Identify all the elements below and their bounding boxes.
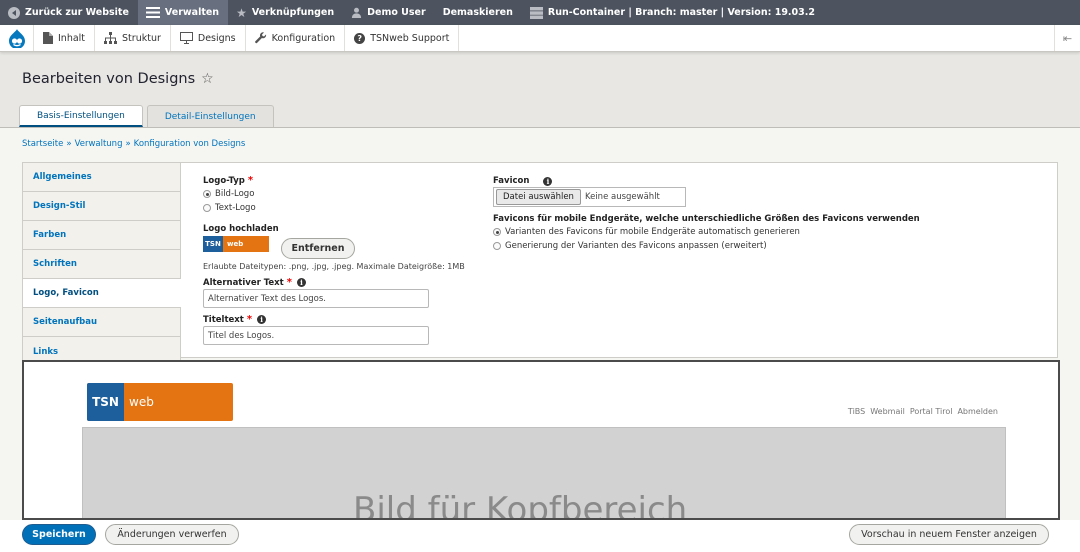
logo-upload-label: Logo hochladen [203, 224, 279, 234]
star-icon: ★ [236, 5, 247, 20]
file-icon [43, 32, 53, 44]
vertical-tabs: Allgemeines Design-Stil Farben Schriften… [22, 162, 181, 367]
vtab-design-style[interactable]: Design-Stil [23, 192, 180, 221]
breadcrumb: Startseite» Verwaltung» Konfiguration von … [22, 139, 245, 149]
logo-thumbnail: TSN web [203, 236, 269, 252]
preview-link-portal[interactable]: Portal Tirol [910, 407, 953, 416]
favicon-file-input[interactable]: Datei auswählen Keine ausgewählt [493, 187, 686, 207]
user-icon [352, 7, 362, 18]
design-preview: TSN web TiBS Webmail Portal Tirol Abmeld… [22, 360, 1060, 520]
drupal-logo[interactable] [0, 25, 34, 51]
arrow-left-bar-icon: ⇤ [1062, 31, 1073, 45]
breadcrumb-separator: » [125, 139, 131, 149]
unmask-button[interactable]: Demaskieren [435, 0, 522, 25]
tab-detail-settings[interactable]: Detail-Einstellungen [146, 105, 274, 127]
breadcrumb-design-config[interactable]: Konfiguration von Designs [134, 139, 246, 149]
tray-item-content[interactable]: Inhalt [34, 25, 96, 51]
primary-tabs: Basis-Einstellungen Detail-Einstellungen [19, 105, 274, 127]
required-marker: * [247, 175, 254, 186]
radio-selected-icon [493, 228, 501, 236]
tab-basis-settings[interactable]: Basis-Einstellungen [19, 105, 143, 127]
breadcrumb-home[interactable]: Startseite [22, 139, 63, 149]
tray-orientation-toggle[interactable]: ⇤ [1054, 25, 1080, 51]
remove-logo-button[interactable]: Entfernen [281, 238, 355, 259]
menu-icon [145, 7, 160, 18]
vtab-colors[interactable]: Farben [23, 221, 180, 250]
back-circle-icon [8, 6, 20, 19]
tray-item-configuration[interactable]: Konfiguration [246, 25, 346, 51]
bookmark-star-icon[interactable]: ☆ [201, 71, 214, 87]
server-icon [529, 6, 543, 19]
preview-link-tibs[interactable]: TiBS [848, 407, 865, 416]
radio-selected-icon [203, 190, 211, 198]
info-icon[interactable]: i [257, 315, 267, 324]
breadcrumb-admin[interactable]: Verwaltung [75, 139, 123, 149]
wrench-icon [254, 32, 266, 44]
radio-auto-generate-variants[interactable]: Varianten des Favicons für mobile Endger… [493, 227, 800, 237]
page-title: Bearbeiten von Designs ☆ [22, 71, 214, 87]
radio-empty-icon [493, 242, 501, 250]
tray-item-structure[interactable]: Struktur [95, 25, 171, 51]
info-icon[interactable]: i [543, 176, 553, 186]
required-marker: * [286, 277, 292, 288]
title-text-input[interactable]: Titel des Logos. [203, 326, 429, 345]
radio-text-logo[interactable]: Text-Logo [203, 203, 256, 213]
user-menu-button[interactable]: Demo User [343, 0, 435, 25]
title-text-label: Titeltext * i [203, 314, 267, 325]
preview-new-window-button[interactable]: Vorschau in neuem Fenster anzeigen [849, 524, 1049, 545]
vtab-logo-favicon[interactable]: Logo, Favicon [23, 279, 181, 308]
preview-service-links: TiBS Webmail Portal Tirol Abmelden [848, 407, 998, 416]
preview-link-webmail[interactable]: Webmail [870, 407, 905, 416]
alt-text-input[interactable]: Alternativer Text des Logos. [203, 289, 429, 308]
logo-type-label: Logo-Typ * [203, 175, 254, 186]
drupal-drop-icon [8, 28, 25, 48]
radio-empty-icon [203, 204, 211, 212]
admin-tray: Inhalt Struktur Designs Konfiguration ? … [0, 25, 1080, 52]
manage-menu-button[interactable]: Verwalten [137, 0, 229, 25]
favicon-label: Favicon i [493, 176, 553, 186]
shortcuts-button[interactable]: ★ Verknüpfungen [228, 0, 343, 25]
back-to-site-link[interactable]: Zurück zur Website [0, 0, 138, 25]
preview-header-image: Bild für Kopfbereich [82, 427, 1006, 520]
save-button[interactable]: Speichern [22, 524, 96, 545]
alt-text-label: Alternativer Text * i [203, 277, 306, 288]
breadcrumb-separator: » [66, 139, 72, 149]
monitor-icon [179, 32, 193, 44]
allowed-types-hint: Erlaubte Dateitypen: .png, .jpg, .jpeg. … [203, 262, 465, 271]
help-icon: ? [354, 32, 366, 44]
info-icon[interactable]: i [296, 278, 306, 287]
discard-changes-button[interactable]: Änderungen verwerfen [105, 524, 239, 545]
preview-logo: TSN web [87, 383, 233, 421]
vtab-page-layout[interactable]: Seitenaufbau [23, 308, 180, 337]
no-file-selected-text: Keine ausgewählt [584, 192, 660, 202]
choose-file-button[interactable]: Datei auswählen [496, 189, 581, 205]
radio-customize-variants[interactable]: Generierung der Varianten des Favicons a… [493, 241, 767, 251]
admin-toolbar: Zurück zur Website Verwalten ★ Verknüpfu… [0, 0, 1080, 25]
preview-header-text: Bild für Kopfbereich [353, 490, 688, 520]
tray-item-support[interactable]: ? TSNweb Support [345, 25, 460, 51]
required-marker: * [246, 314, 253, 325]
environment-info[interactable]: Run-Container | Branch: master | Version… [522, 0, 824, 25]
mobile-favicons-label: Favicons für mobile Endgeräte, welche un… [493, 214, 920, 224]
radio-image-logo[interactable]: Bild-Logo [203, 189, 254, 199]
tray-item-designs[interactable]: Designs [171, 25, 246, 51]
sitemap-icon [104, 32, 118, 44]
preview-link-logout[interactable]: Abmelden [957, 407, 998, 416]
vtab-fonts[interactable]: Schriften [23, 250, 180, 279]
vtab-general[interactable]: Allgemeines [23, 163, 180, 192]
